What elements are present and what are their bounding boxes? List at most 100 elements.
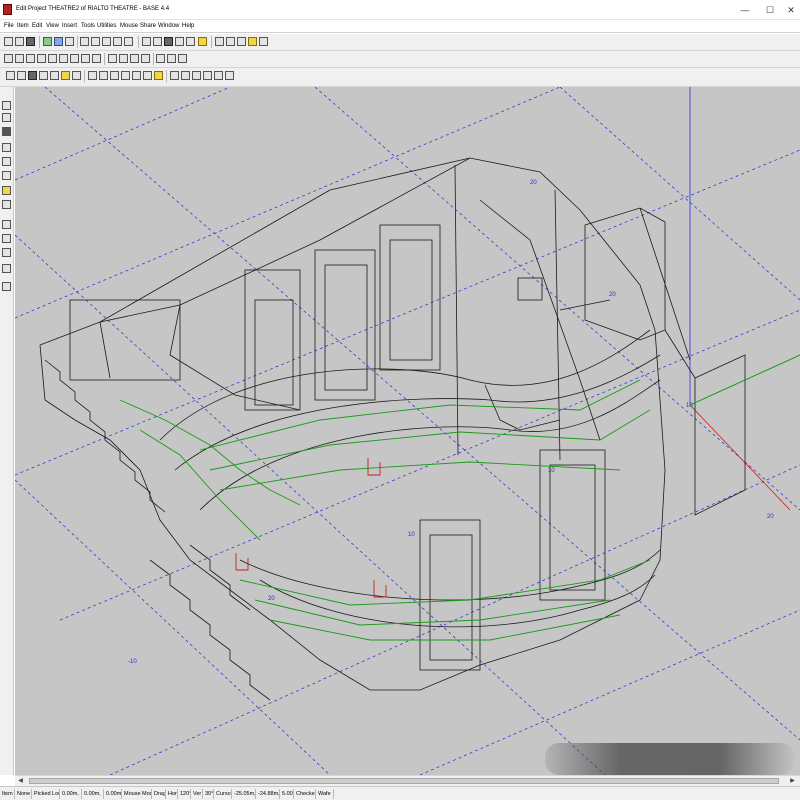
grid-b-icon[interactable]: [15, 54, 24, 63]
filter-2-icon[interactable]: [226, 37, 235, 46]
camera-icon[interactable]: [2, 127, 11, 136]
door-icon[interactable]: [121, 71, 130, 80]
close-x-icon[interactable]: [6, 71, 15, 80]
fixture-2-icon[interactable]: [39, 71, 48, 80]
print-icon[interactable]: [65, 37, 74, 46]
pointer-icon[interactable]: [2, 101, 11, 110]
status-item-label: Item: [0, 789, 15, 799]
fixture-icon[interactable]: [28, 71, 37, 80]
new-file-icon[interactable]: [4, 37, 13, 46]
window-icon[interactable]: [132, 71, 141, 80]
status-checked-value: Wafe: [316, 789, 334, 799]
select-arrow-icon[interactable]: [80, 37, 89, 46]
export-icon[interactable]: [54, 37, 63, 46]
spotlight-icon[interactable]: [17, 71, 26, 80]
menu-help[interactable]: Help: [182, 23, 194, 29]
menu-utilities[interactable]: Utilities: [97, 23, 116, 29]
wireframe-canvas: 20 20 10 10 10 20 20 -10: [15, 87, 800, 775]
grid-c-icon[interactable]: [26, 54, 35, 63]
zoom-fit-icon[interactable]: [124, 37, 133, 46]
link-3-icon[interactable]: [178, 54, 187, 63]
x-axis: [689, 404, 791, 511]
close-button[interactable]: ✕: [784, 3, 798, 17]
wall-5-icon[interactable]: [214, 71, 223, 80]
tool-f-icon[interactable]: [2, 264, 11, 273]
link-2-icon[interactable]: [167, 54, 176, 63]
grid-i-icon[interactable]: [92, 54, 101, 63]
menu-tools[interactable]: Tools: [81, 23, 95, 29]
scroll-thumb[interactable]: [29, 778, 779, 784]
menu-view[interactable]: View: [46, 23, 59, 29]
view-top-icon[interactable]: [153, 37, 162, 46]
pencil-icon[interactable]: [2, 113, 11, 122]
horizontal-scrollbar[interactable]: ◀ ▶: [15, 775, 800, 786]
table-icon[interactable]: [99, 71, 108, 80]
person-icon[interactable]: [143, 71, 152, 80]
flood-icon[interactable]: [154, 71, 163, 80]
menu-share[interactable]: Share: [140, 23, 156, 29]
page-icon[interactable]: [2, 220, 11, 229]
save-icon[interactable]: [26, 37, 35, 46]
menu-mouse[interactable]: Mouse: [120, 23, 138, 29]
tool-a-icon[interactable]: [2, 143, 11, 152]
bulb-icon[interactable]: [2, 186, 11, 195]
tool-b-icon[interactable]: [2, 157, 11, 166]
scroll-right-icon[interactable]: ▶: [787, 776, 798, 786]
lamp-icon[interactable]: [61, 71, 70, 80]
grid-d-icon[interactable]: [37, 54, 46, 63]
scale-icon[interactable]: [113, 37, 122, 46]
open-file-icon[interactable]: [15, 37, 24, 46]
move-icon[interactable]: [91, 37, 100, 46]
menu-edit[interactable]: Edit: [32, 23, 42, 29]
toolbar-separator: [104, 53, 105, 65]
shape-icon[interactable]: [108, 54, 117, 63]
status-picked-label: Picked Loc: [34, 789, 60, 799]
wall-3-icon[interactable]: [192, 71, 201, 80]
status-cursor-y: -24.88m,: [258, 789, 280, 799]
wireframe-viewport[interactable]: 20 20 10 10 10 20 20 -10: [15, 87, 800, 775]
light-icon[interactable]: [198, 37, 207, 46]
theatre-model: [39, 157, 746, 701]
status-mouse-mode-label: Mouse Mode: [122, 789, 152, 799]
view-front-icon[interactable]: [164, 37, 173, 46]
scroll-left-icon[interactable]: ◀: [15, 776, 26, 786]
fixture-3-icon[interactable]: [50, 71, 59, 80]
view-side-icon[interactable]: [175, 37, 184, 46]
layer-icon[interactable]: [2, 234, 11, 243]
truss-icon[interactable]: [72, 71, 81, 80]
link-icon[interactable]: [156, 54, 165, 63]
import-icon[interactable]: [43, 37, 52, 46]
tool-d-icon[interactable]: [2, 200, 11, 209]
minimize-button[interactable]: —: [738, 3, 752, 17]
filter-icon[interactable]: [215, 37, 224, 46]
highlight-icon[interactable]: [248, 37, 257, 46]
shape-3-icon[interactable]: [130, 54, 139, 63]
properties-icon[interactable]: [259, 37, 268, 46]
tool-g-icon[interactable]: [2, 282, 11, 291]
wall-2-icon[interactable]: [181, 71, 190, 80]
shape-2-icon[interactable]: [119, 54, 128, 63]
stair-icon[interactable]: [110, 71, 119, 80]
wall-4-icon[interactable]: [203, 71, 212, 80]
app-icon[interactable]: [3, 4, 12, 15]
view-iso-icon[interactable]: [186, 37, 195, 46]
grid-e-icon[interactable]: [48, 54, 57, 63]
grid-a-icon[interactable]: [4, 54, 13, 63]
grid-icon[interactable]: [142, 37, 151, 46]
tool-e-icon[interactable]: [2, 248, 11, 257]
menu-insert[interactable]: Insert: [62, 23, 77, 29]
menu-window[interactable]: Window: [158, 23, 179, 29]
grid-h-icon[interactable]: [81, 54, 90, 63]
rotate-icon[interactable]: [102, 37, 111, 46]
menu-file[interactable]: File: [4, 23, 14, 29]
chair-icon[interactable]: [88, 71, 97, 80]
filter-3-icon[interactable]: [237, 37, 246, 46]
maximize-button[interactable]: ☐: [763, 3, 777, 17]
grid-g-icon[interactable]: [70, 54, 79, 63]
grid-f-icon[interactable]: [59, 54, 68, 63]
menu-item[interactable]: Item: [17, 23, 29, 29]
shape-4-icon[interactable]: [141, 54, 150, 63]
wall-icon[interactable]: [170, 71, 179, 80]
tool-c-icon[interactable]: [2, 171, 11, 180]
wall-6-icon[interactable]: [225, 71, 234, 80]
